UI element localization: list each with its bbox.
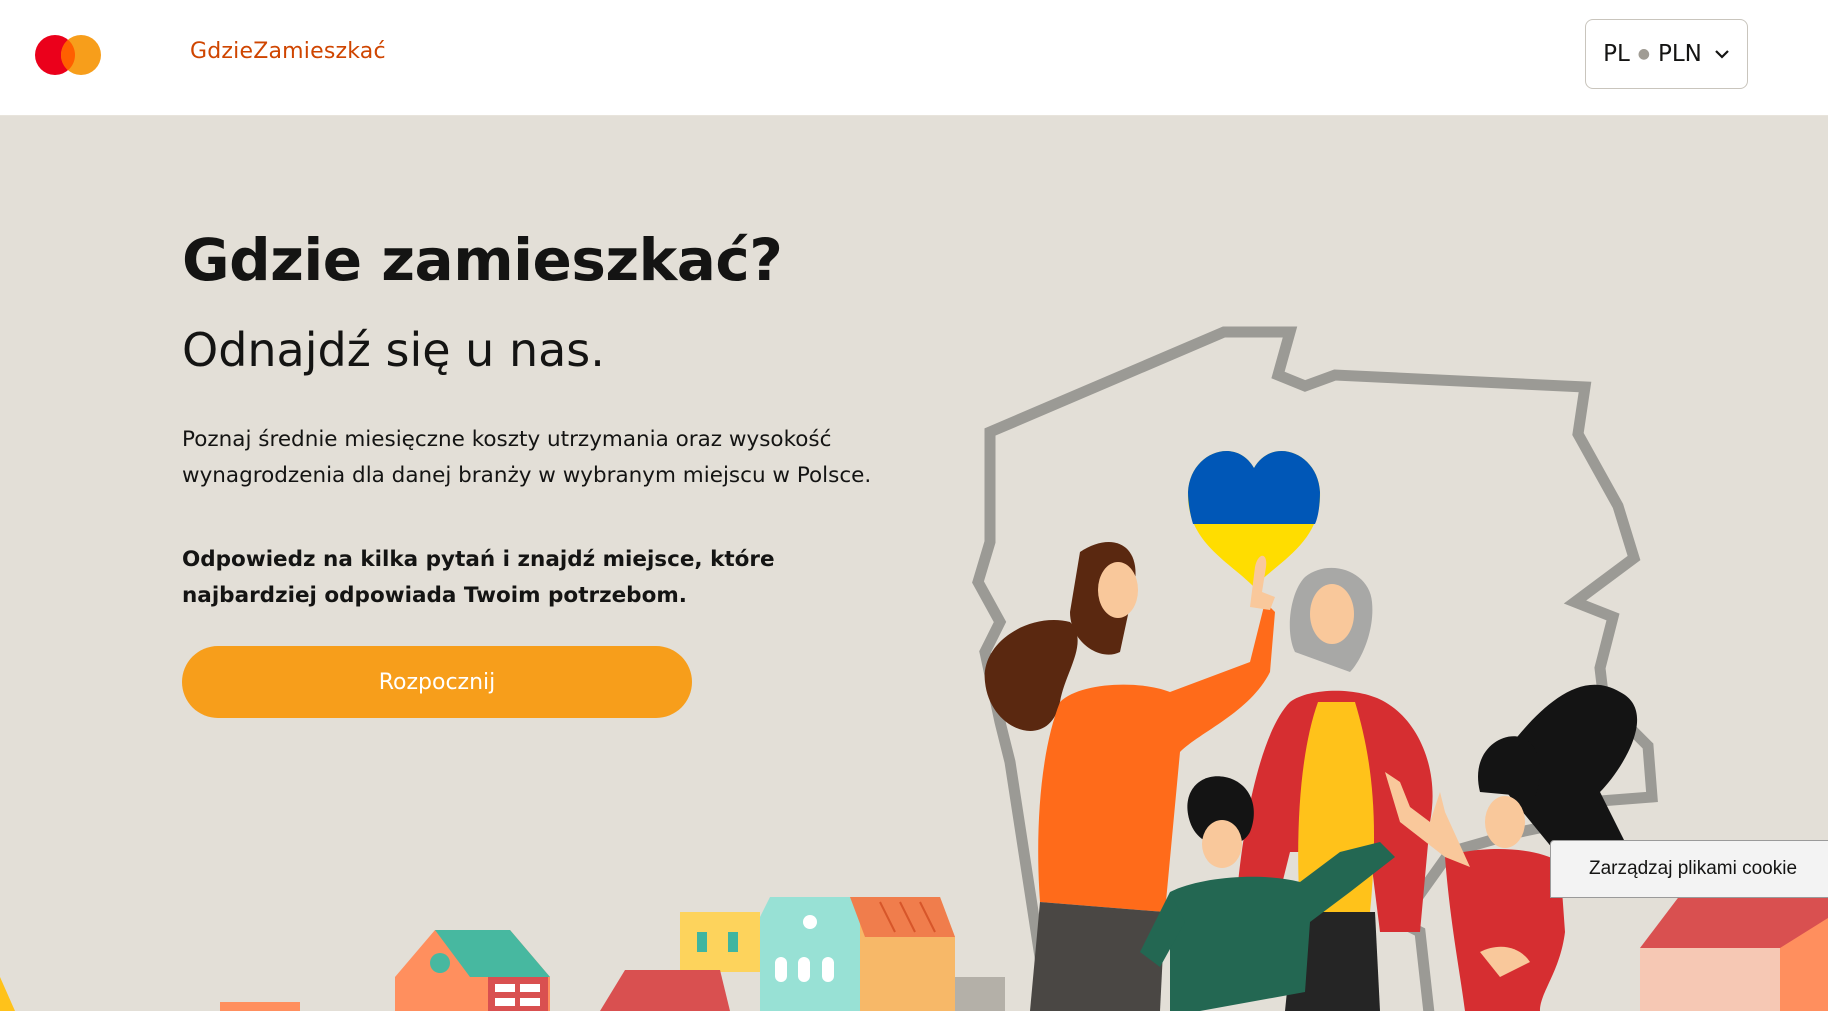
hero-description: Poznaj średnie miesięczne koszty utrzyma…: [182, 427, 872, 488]
language-currency-select[interactable]: PL ● PLN: [1585, 19, 1748, 89]
start-button[interactable]: Rozpocznij: [182, 646, 692, 718]
page-title: Gdzie zamieszkać?: [182, 226, 783, 294]
site-name-link[interactable]: GdzieZamieszkać: [190, 39, 386, 64]
currency-code: PLN: [1658, 41, 1702, 67]
ukraine-heart-icon: [1187, 450, 1321, 587]
mastercard-logo-icon[interactable]: [34, 34, 102, 76]
manage-cookies-button[interactable]: Zarządzaj plikami cookie: [1550, 840, 1828, 898]
hero-cta-text: Odpowiedz na kilka pytań i znajdź miejsc…: [182, 547, 775, 608]
chevron-down-icon: [1715, 50, 1729, 59]
separator-dot: ●: [1637, 46, 1650, 62]
page-subtitle: Odnajdź się u nas.: [182, 323, 605, 377]
site-header: GdzieZamieszkać PL ● PLN: [0, 0, 1828, 116]
language-code: PL: [1603, 41, 1630, 67]
hero-section: Gdzie zamieszkać? Odnajdź się u nas. Poz…: [0, 116, 1828, 1011]
